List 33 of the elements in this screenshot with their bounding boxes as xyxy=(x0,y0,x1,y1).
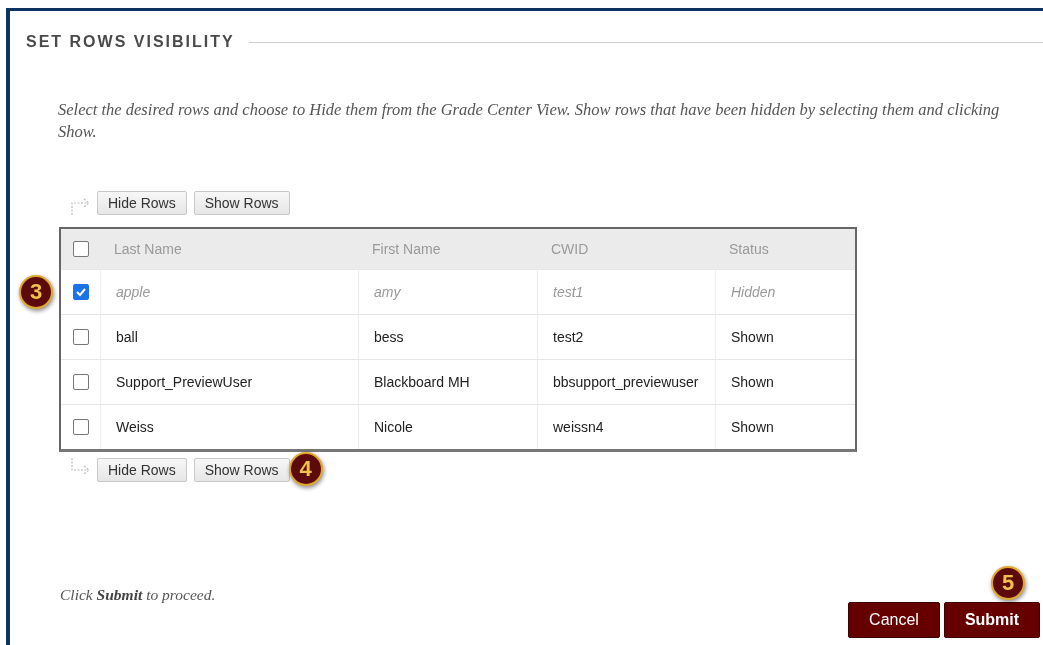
hide-rows-button[interactable]: Hide Rows xyxy=(97,458,187,482)
table-cell: Shown xyxy=(715,359,855,404)
table-cell: Weiss xyxy=(100,404,358,449)
show-rows-button[interactable]: Show Rows xyxy=(193,191,290,215)
hide-rows-button[interactable]: Hide Rows xyxy=(97,191,187,215)
table-cell: bbsupport_previewuser xyxy=(537,359,715,404)
table-cell: test1 xyxy=(537,269,715,314)
table-cell: Shown xyxy=(715,404,855,449)
callout-badge: 5 xyxy=(991,566,1025,600)
table-cell: amy xyxy=(358,269,537,314)
callout-badge: 3 xyxy=(19,275,53,309)
table-cell: Blackboard MH xyxy=(358,359,537,404)
proceed-note: Click Submit to proceed. xyxy=(60,586,216,604)
table-cell: test2 xyxy=(537,314,715,359)
checkbox[interactable] xyxy=(72,374,89,390)
checkbox[interactable] xyxy=(72,284,89,300)
submit-button[interactable]: Submit xyxy=(944,602,1040,638)
cancel-button[interactable]: Cancel xyxy=(848,602,940,638)
table-cell: Nicole xyxy=(358,404,537,449)
table-cell: bess xyxy=(358,314,537,359)
checkbox[interactable] xyxy=(72,241,89,257)
show-rows-button[interactable]: Show Rows xyxy=(193,458,290,482)
table-cell: apple xyxy=(100,269,358,314)
table-cell: Shown xyxy=(715,314,855,359)
table-cell: Support_PreviewUser xyxy=(100,359,358,404)
table-cell: Hidden xyxy=(715,269,855,314)
section-title: SET ROWS VISIBILITY xyxy=(26,33,235,51)
checkbox[interactable] xyxy=(72,419,89,435)
callout-badge: 4 xyxy=(288,452,323,486)
instructions-text: Select the desired rows and choose to Hide them from the Grade Center View. Show rows that have been hidden by selecting them and clicking Show. xyxy=(58,99,1001,143)
table-cell: weissn4 xyxy=(537,404,715,449)
checkbox[interactable] xyxy=(72,329,89,345)
table-cell: ball xyxy=(100,314,358,359)
